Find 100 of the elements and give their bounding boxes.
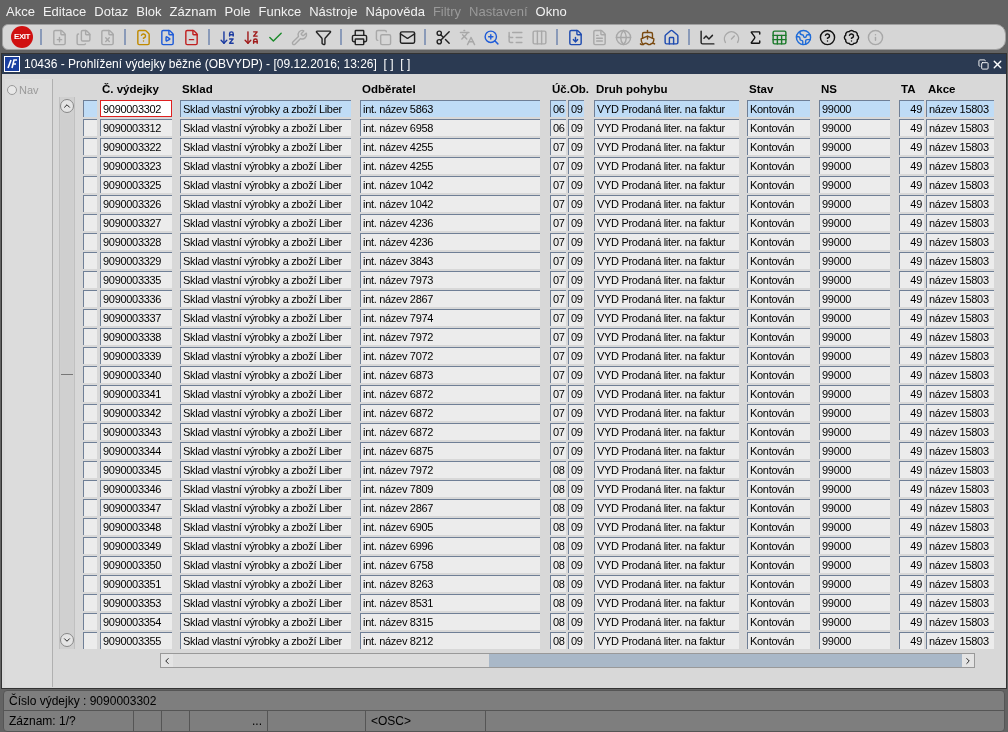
table-cell[interactable]: název 15803 [926, 537, 994, 554]
table-cell[interactable]: 08 [550, 575, 566, 592]
table-cell[interactable]: název 15803 [926, 100, 994, 117]
table-cell[interactable]: Sklad vlastní výrobky a zboží Liber [180, 385, 351, 402]
table-cell[interactable]: 9090003339 [100, 347, 172, 364]
table-cell[interactable]: 07 [550, 252, 566, 269]
table-cell[interactable]: 99000 [819, 556, 890, 573]
table-cell[interactable]: Kontován [747, 138, 810, 155]
table-cell[interactable]: int. název 2867 [360, 499, 540, 516]
table-cell[interactable]: Kontován [747, 461, 810, 478]
table-cell[interactable]: 09 [568, 480, 584, 497]
table-cell[interactable]: 99000 [819, 575, 890, 592]
table-cell[interactable]: Sklad vlastní výrobky a zboží Liber [180, 328, 351, 345]
table-cell[interactable]: 49 [899, 328, 924, 345]
table-cell[interactable]: 9090003340 [100, 366, 172, 383]
table-cell[interactable]: název 15803 [926, 442, 994, 459]
row-selector[interactable] [83, 575, 97, 592]
table-cell[interactable]: 07 [550, 328, 566, 345]
row-selector[interactable] [83, 537, 97, 554]
menu-item[interactable]: Nástroje [305, 2, 362, 22]
table-cell[interactable]: 49 [899, 442, 924, 459]
table-cell[interactable]: 49 [899, 157, 924, 174]
row-selector[interactable] [83, 461, 97, 478]
table-cell[interactable]: 9090003350 [100, 556, 172, 573]
table-cell[interactable]: 49 [899, 404, 924, 421]
row-selector[interactable] [83, 119, 97, 136]
table-cell[interactable]: 9090003346 [100, 480, 172, 497]
table-cell[interactable]: 49 [899, 575, 924, 592]
table-cell[interactable]: VYD Prodaná liter. na faktur [594, 328, 739, 345]
table-cell[interactable]: 07 [550, 366, 566, 383]
table-cell[interactable]: Kontován [747, 271, 810, 288]
menu-item[interactable]: Okno [531, 2, 571, 22]
table-cell[interactable]: int. název 8212 [360, 632, 540, 649]
row-selector[interactable] [83, 499, 97, 516]
table-cell[interactable]: název 15803 [926, 233, 994, 250]
row-selector[interactable] [83, 290, 97, 307]
table-cell[interactable]: Kontován [747, 385, 810, 402]
table-cell[interactable]: 49 [899, 499, 924, 516]
table-cell[interactable]: int. název 4236 [360, 214, 540, 231]
table-cell[interactable]: Sklad vlastní výrobky a zboží Liber [180, 442, 351, 459]
table-cell[interactable]: 49 [899, 233, 924, 250]
table-cell[interactable]: 99000 [819, 138, 890, 155]
row-selector[interactable] [83, 594, 97, 611]
table-cell[interactable]: 09 [568, 537, 584, 554]
table-cell[interactable]: 49 [899, 309, 924, 326]
table-cell[interactable]: Sklad vlastní výrobky a zboží Liber [180, 119, 351, 136]
table-cell[interactable]: 99000 [819, 518, 890, 535]
table-cell[interactable]: Sklad vlastní výrobky a zboží Liber [180, 461, 351, 478]
table-cell[interactable]: 9090003302 [100, 100, 172, 117]
table-cell[interactable]: 9090003326 [100, 195, 172, 212]
row-selector[interactable] [83, 423, 97, 440]
table-cell[interactable]: 99000 [819, 385, 890, 402]
row-selector[interactable] [83, 328, 97, 345]
table-cell[interactable]: VYD Prodaná liter. na faktur [594, 233, 739, 250]
table-cell[interactable]: Sklad vlastní výrobky a zboží Liber [180, 632, 351, 649]
table-cell[interactable]: název 15803 [926, 290, 994, 307]
table-cell[interactable]: 99000 [819, 423, 890, 440]
table-cell[interactable]: Sklad vlastní výrobky a zboží Liber [180, 100, 351, 117]
scroll-up-button[interactable] [60, 99, 74, 113]
table-cell[interactable]: název 15803 [926, 252, 994, 269]
table-cell[interactable]: 99000 [819, 100, 890, 117]
table-cell[interactable]: 09 [568, 157, 584, 174]
table-cell[interactable]: 49 [899, 385, 924, 402]
table-cell[interactable]: 9090003355 [100, 632, 172, 649]
row-selector[interactable] [83, 556, 97, 573]
exit-button[interactable]: EXIT [11, 26, 33, 48]
table-cell[interactable]: int. název 3843 [360, 252, 540, 269]
table-cell[interactable]: VYD Prodaná liter. na faktur [594, 100, 739, 117]
table-cell[interactable]: 08 [550, 537, 566, 554]
table-cell[interactable]: int. název 6872 [360, 385, 540, 402]
menu-item[interactable]: Funkce [254, 2, 306, 22]
table-cell[interactable]: 07 [550, 347, 566, 364]
table-cell[interactable]: 9090003323 [100, 157, 172, 174]
table-cell[interactable]: 08 [550, 556, 566, 573]
table-cell[interactable]: 99000 [819, 309, 890, 326]
table-cell[interactable]: 99000 [819, 404, 890, 421]
table-cell[interactable]: 09 [568, 594, 584, 611]
table-cell[interactable]: 07 [550, 271, 566, 288]
table-cell[interactable]: 99000 [819, 176, 890, 193]
table-cell[interactable]: 08 [550, 518, 566, 535]
table-cell[interactable]: 49 [899, 195, 924, 212]
table-cell[interactable]: int. název 7973 [360, 271, 540, 288]
table-cell[interactable]: VYD Prodaná liter. na faktur [594, 461, 739, 478]
table-cell[interactable]: VYD Prodaná liter. na faktur [594, 423, 739, 440]
table-cell[interactable]: VYD Prodaná liter. na faktur [594, 594, 739, 611]
table-cell[interactable]: int. název 7072 [360, 347, 540, 364]
row-selector[interactable] [83, 252, 97, 269]
table-cell[interactable]: 49 [899, 119, 924, 136]
table-cell[interactable]: VYD Prodaná liter. na faktur [594, 575, 739, 592]
table-cell[interactable]: 07 [550, 385, 566, 402]
table-cell[interactable]: int. název 7972 [360, 328, 540, 345]
table-cell[interactable]: Kontován [747, 290, 810, 307]
table-cell[interactable]: Sklad vlastní výrobky a zboží Liber [180, 252, 351, 269]
menu-item[interactable]: Editace [38, 2, 91, 22]
table-cell[interactable]: název 15803 [926, 138, 994, 155]
table-cell[interactable]: název 15803 [926, 176, 994, 193]
table-cell[interactable]: 09 [568, 518, 584, 535]
table-cell[interactable]: 49 [899, 423, 924, 440]
table-cell[interactable]: 9090003325 [100, 176, 172, 193]
table-cell[interactable]: 09 [568, 233, 584, 250]
